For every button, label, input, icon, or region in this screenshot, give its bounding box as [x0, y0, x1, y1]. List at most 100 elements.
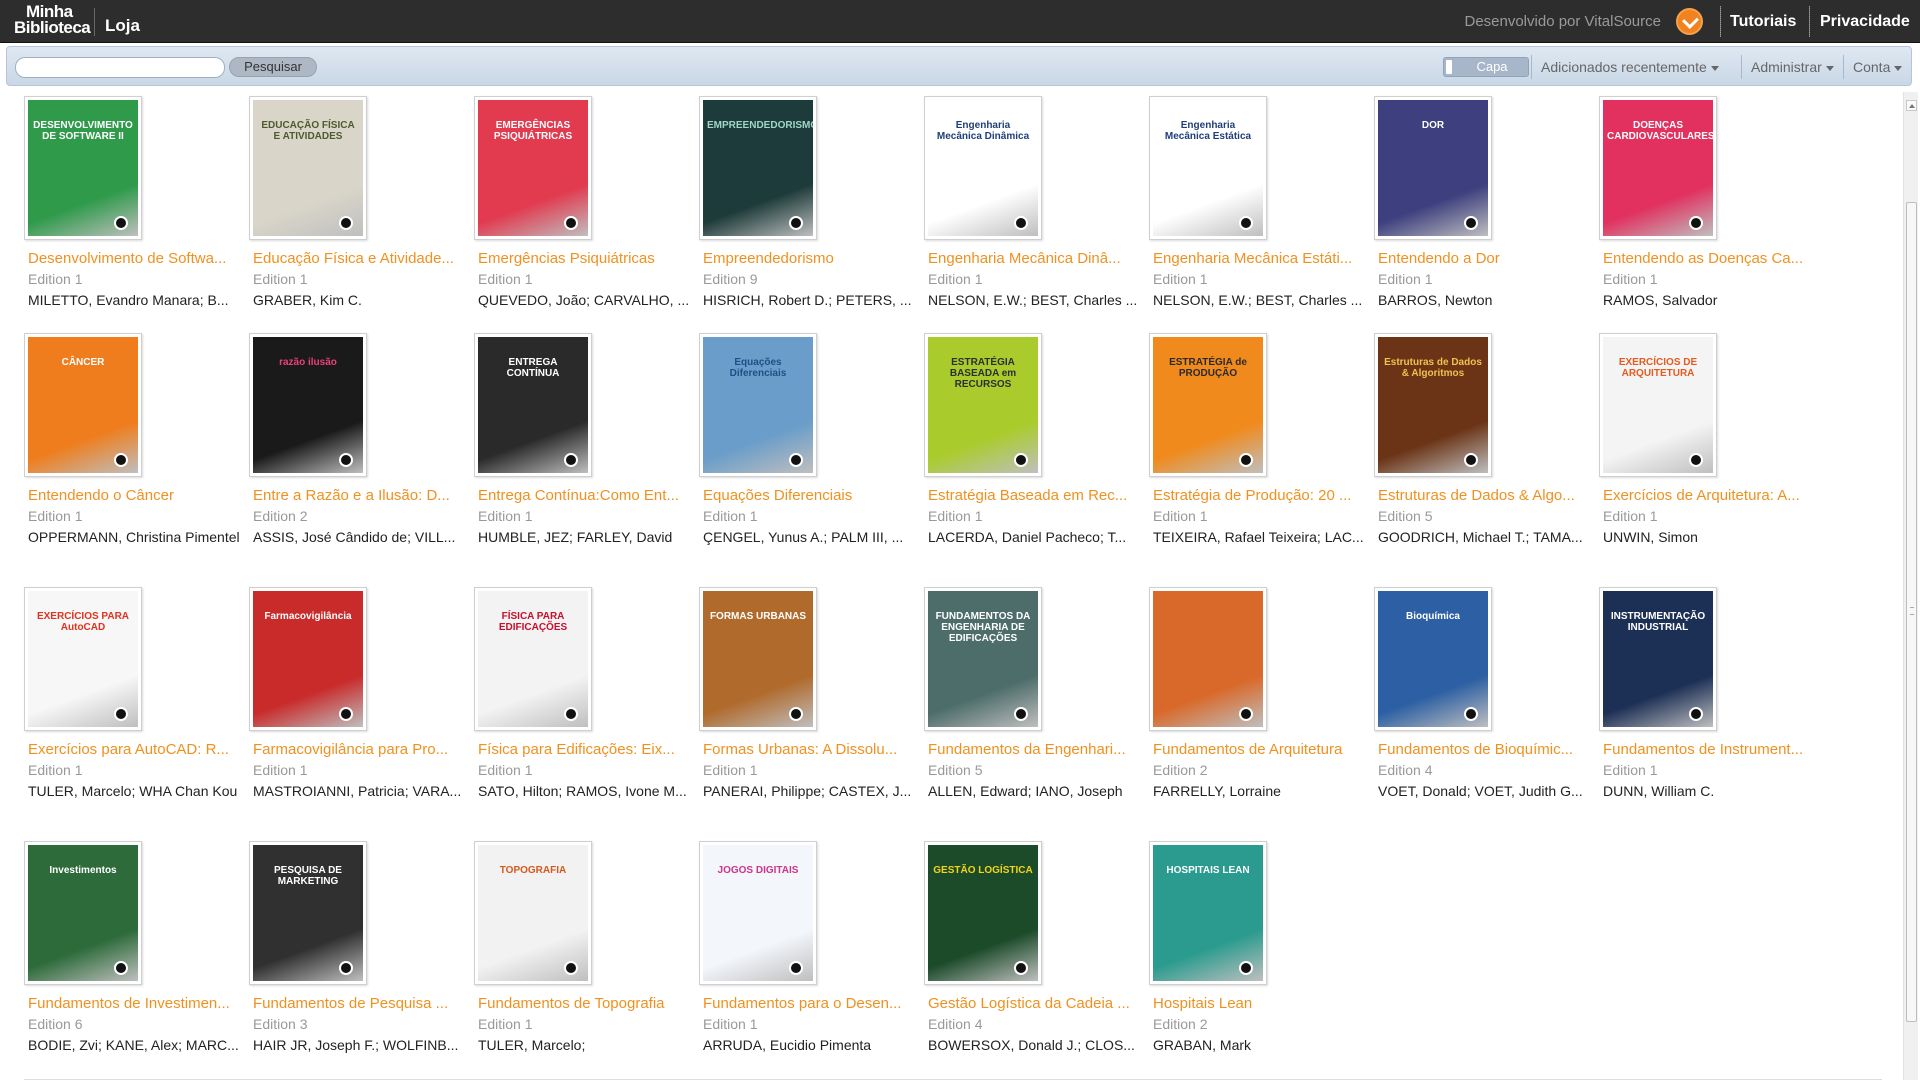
book-cover[interactable]: PESQUISA DE MARKETING — [249, 841, 367, 985]
book-edition: Edition 1 — [478, 1016, 533, 1032]
cover-text: razão ilusão — [279, 357, 337, 368]
publisher-seal-icon — [1689, 216, 1703, 230]
book-cover[interactable]: DESENVOLVIMENTO DE SOFTWARE II — [24, 96, 142, 240]
tutorials-link[interactable]: Tutoriais — [1730, 13, 1796, 31]
publisher-seal-icon — [1014, 216, 1028, 230]
book-title-link[interactable]: Fundamentos de Instrument... — [1603, 741, 1813, 758]
book-title-link[interactable]: Física para Edificações: Eix... — [478, 741, 688, 758]
book-title-link[interactable]: Estruturas de Dados & Algo... — [1378, 487, 1588, 504]
recently-added-menu[interactable]: Adicionados recentemente — [1541, 59, 1719, 75]
book-cover[interactable]: razão ilusão — [249, 333, 367, 477]
book-cover[interactable]: HOSPITAIS LEAN — [1149, 841, 1267, 985]
book-title-link[interactable]: Gestão Logística da Cadeia ... — [928, 995, 1138, 1012]
book-title-link[interactable]: Fundamentos de Investimen... — [28, 995, 238, 1012]
minha-biblioteca-logo[interactable]: Minha Biblioteca — [14, 3, 91, 40]
book-cover[interactable]: ENTREGA CONTÍNUA — [474, 333, 592, 477]
book-cover[interactable]: Engenharia Mecânica Estática — [1149, 96, 1267, 240]
book-title-link[interactable]: Educação Física e Atividade... — [253, 250, 463, 267]
book-cover[interactable]: Investimentos — [24, 841, 142, 985]
book-authors: TEIXEIRA, Rafael Teixeira; LAC... — [1153, 529, 1364, 545]
book-edition: Edition 1 — [703, 762, 758, 778]
scroll-thumb[interactable] — [1906, 202, 1917, 1022]
book-title-link[interactable]: Engenharia Mecânica Dinâ... — [928, 250, 1138, 267]
book-title-link[interactable]: Entrega Contínua:Como Ent... — [478, 487, 688, 504]
book-authors: ASSIS, José Cândido de; VILL... — [253, 529, 456, 545]
book-cover[interactable]: Engenharia Mecânica Dinâmica — [924, 96, 1042, 240]
admin-menu[interactable]: Administrar — [1751, 59, 1834, 75]
book-title-link[interactable]: Entendendo a Dor — [1378, 250, 1588, 267]
book-title-link[interactable]: Engenharia Mecânica Estáti... — [1153, 250, 1363, 267]
cover-view-toggle[interactable]: Capa — [1443, 57, 1529, 77]
book-title-link[interactable]: Desenvolvimento de Softwa... — [28, 250, 238, 267]
book-cover[interactable] — [1149, 587, 1267, 731]
book-title-link[interactable]: Estratégia Baseada em Rec... — [928, 487, 1138, 504]
book-title-link[interactable]: Equações Diferenciais — [703, 487, 913, 504]
search-button[interactable]: Pesquisar — [229, 57, 317, 77]
book-cover[interactable]: ESTRATÉGIA de PRODUÇÃO — [1149, 333, 1267, 477]
book-cover[interactable]: ESTRATÉGIA BASEADA em RECURSOS — [924, 333, 1042, 477]
book-cover[interactable]: FORMAS URBANAS — [699, 587, 817, 731]
book-title-link[interactable]: Fundamentos de Arquitetura — [1153, 741, 1363, 758]
book-title-link[interactable]: Exercícios de Arquitetura: A... — [1603, 487, 1813, 504]
book-title-link[interactable]: Fundamentos de Bioquímic... — [1378, 741, 1588, 758]
account-menu[interactable]: Conta — [1853, 59, 1903, 75]
publisher-seal-icon — [564, 707, 578, 721]
publisher-seal-icon — [564, 961, 578, 975]
book-title-link[interactable]: Fundamentos da Engenhari... — [928, 741, 1138, 758]
vitalsource-icon[interactable] — [1676, 8, 1703, 35]
search-input[interactable] — [15, 57, 225, 78]
book-cover[interactable]: FUNDAMENTOS DA ENGENHARIA DE EDIFICAÇÕES — [924, 587, 1042, 731]
book-title-link[interactable]: Entre a Razão e a Ilusão: D... — [253, 487, 463, 504]
book-edition: Edition 1 — [28, 508, 83, 524]
privacy-link[interactable]: Privacidade — [1820, 13, 1910, 31]
book-cover[interactable]: TOPOGRAFIA — [474, 841, 592, 985]
cover-text: ENTREGA CONTÍNUA — [506, 357, 560, 379]
book-cover[interactable]: JOGOS DIGITAIS — [699, 841, 817, 985]
book-cover[interactable]: EXERCÍCIOS DE ARQUITETURA — [1599, 333, 1717, 477]
book-cover[interactable]: DOENÇAS CARDIOVASCULARES — [1599, 96, 1717, 240]
book-edition: Edition 2 — [1153, 1016, 1208, 1032]
book-cover[interactable]: Equações Diferenciais — [699, 333, 817, 477]
cover-text: EXERCÍCIOS PARA AutoCAD — [36, 611, 130, 633]
book-cover[interactable]: GESTÃO LOGÍSTICA — [924, 841, 1042, 985]
book-cover[interactable]: CÂNCER — [24, 333, 142, 477]
book-cover[interactable]: Farmacovigilância — [249, 587, 367, 731]
book-authors: MASTROIANNI, Patricia; VARA... — [253, 783, 462, 799]
book-cover-art: TOPOGRAFIA — [478, 845, 588, 981]
publisher-seal-icon — [339, 216, 353, 230]
publisher-seal-icon — [1689, 453, 1703, 467]
book-title-link[interactable]: Estratégia de Produção: 20 ... — [1153, 487, 1363, 504]
vertical-scrollbar[interactable] — [1903, 92, 1918, 1080]
publisher-seal-icon — [1464, 453, 1478, 467]
book-title-link[interactable]: Exercícios para AutoCAD: R... — [28, 741, 238, 758]
book-title-link[interactable]: Fundamentos para o Desen... — [703, 995, 913, 1012]
book-title-link[interactable]: Emergências Psiquiátricas — [478, 250, 688, 267]
book-cover[interactable]: FÍSICA PARA EDIFICAÇÕES — [474, 587, 592, 731]
book-title-link[interactable]: Entendendo as Doenças Ca... — [1603, 250, 1813, 267]
book-authors: NELSON, E.W.; BEST, Charles ... — [1153, 292, 1363, 308]
publisher-seal-icon — [564, 216, 578, 230]
book-title-link[interactable]: Entendendo o Câncer — [28, 487, 238, 504]
book-title-link[interactable]: Fundamentos de Pesquisa ... — [253, 995, 463, 1012]
book-edition: Edition 9 — [703, 271, 758, 287]
book-cover[interactable]: Estruturas de Dados & Algoritmos — [1374, 333, 1492, 477]
book-cover[interactable]: EMERGÊNCIAS PSIQUIÁTRICAS — [474, 96, 592, 240]
book-title-link[interactable]: Hospitais Lean — [1153, 995, 1363, 1012]
scroll-up-arrow-icon[interactable] — [1906, 100, 1917, 111]
book-cover[interactable]: EMPREENDEDORISMO — [699, 96, 817, 240]
book-title-link[interactable]: Formas Urbanas: A Dissolu... — [703, 741, 913, 758]
book-cover[interactable]: INSTRUMENTAÇÃO INDUSTRIAL — [1599, 587, 1717, 731]
publisher-seal-icon — [339, 961, 353, 975]
book-authors: TULER, Marcelo; WHA Chan Kou — [28, 783, 238, 799]
publisher-seal-icon — [789, 961, 803, 975]
book-title-link[interactable]: Farmacovigilância para Pro... — [253, 741, 463, 758]
book-cover-art: Bioquímica — [1378, 591, 1488, 727]
cover-text: FUNDAMENTOS DA ENGENHARIA DE EDIFICAÇÕES — [935, 611, 1031, 644]
store-link[interactable]: Loja — [105, 16, 140, 36]
book-title-link[interactable]: Fundamentos de Topografia — [478, 995, 688, 1012]
book-cover[interactable]: Bioquímica — [1374, 587, 1492, 731]
book-title-link[interactable]: Empreendedorismo — [703, 250, 913, 267]
book-cover[interactable]: DOR — [1374, 96, 1492, 240]
book-cover[interactable]: EXERCÍCIOS PARA AutoCAD — [24, 587, 142, 731]
book-cover[interactable]: EDUCAÇÃO FÍSICA E ATIVIDADES — [249, 96, 367, 240]
